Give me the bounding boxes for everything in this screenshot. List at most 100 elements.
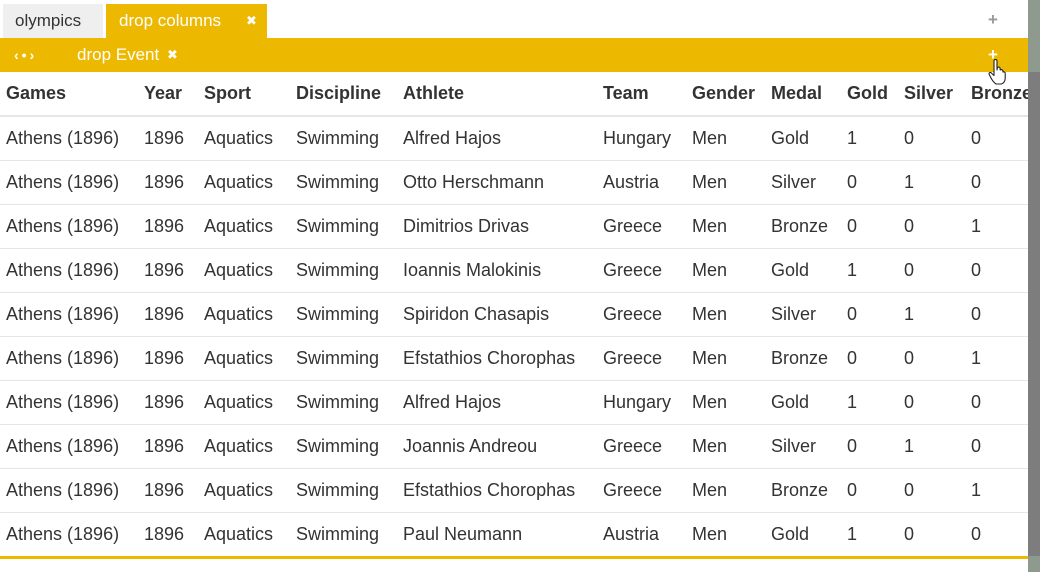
cell-athlete[interactable]: Otto Herschmann: [397, 160, 597, 205]
step-label[interactable]: drop Event: [77, 38, 159, 72]
cell-gold[interactable]: 1: [841, 116, 898, 161]
cell-games[interactable]: Athens (1896): [0, 468, 138, 513]
cell-silver[interactable]: 0: [898, 204, 965, 249]
cell-sport[interactable]: Aquatics: [198, 248, 290, 293]
cell-silver[interactable]: 1: [898, 424, 965, 469]
cell-gender[interactable]: Men: [686, 160, 765, 205]
column-header-discipline[interactable]: Discipline: [290, 72, 397, 117]
cell-team[interactable]: Greece: [597, 248, 686, 293]
step-navigation-icon[interactable]: ‹•›: [14, 38, 37, 72]
cell-athlete[interactable]: Efstathios Chorophas: [397, 468, 597, 513]
cell-athlete[interactable]: Spiridon Chasapis: [397, 292, 597, 337]
cell-bronze[interactable]: 0: [965, 160, 1028, 205]
cell-discipline[interactable]: Swimming: [290, 468, 397, 513]
table-row[interactable]: Athens (1896) 1896 Aquatics Swimming Paul Ne…: [0, 512, 1028, 556]
cell-year[interactable]: 1896: [138, 468, 198, 513]
cell-bronze[interactable]: 0: [965, 424, 1028, 469]
cell-year[interactable]: 1896: [138, 512, 198, 556]
cell-games[interactable]: Athens (1896): [0, 248, 138, 293]
cell-athlete[interactable]: Paul Neumann: [397, 512, 597, 556]
cell-gender[interactable]: Men: [686, 380, 765, 425]
cell-gender[interactable]: Men: [686, 424, 765, 469]
cell-sport[interactable]: Aquatics: [198, 160, 290, 205]
cell-year[interactable]: 1896: [138, 160, 198, 205]
cell-team[interactable]: Greece: [597, 292, 686, 337]
column-header-year[interactable]: Year: [138, 72, 198, 117]
cell-games[interactable]: Athens (1896): [0, 336, 138, 381]
table-row[interactable]: Athens (1896) 1896 Aquatics Swimming Dimitri…: [0, 204, 1028, 249]
table-row[interactable]: Athens (1896) 1896 Aquatics Swimming Spirido…: [0, 292, 1028, 337]
tab-drop-columns[interactable]: drop columns ✖: [106, 4, 267, 38]
cell-team[interactable]: Austria: [597, 160, 686, 205]
table-row[interactable]: Athens (1896) 1896 Aquatics Swimming Joannis…: [0, 424, 1028, 469]
step-close-icon[interactable]: ✖: [167, 38, 178, 72]
cell-games[interactable]: Athens (1896): [0, 424, 138, 469]
cell-athlete[interactable]: Alfred Hajos: [397, 380, 597, 425]
cell-medal[interactable]: Silver: [765, 160, 841, 205]
tab-olympics[interactable]: olympics: [3, 4, 103, 38]
cell-athlete[interactable]: Dimitrios Drivas: [397, 204, 597, 249]
cell-year[interactable]: 1896: [138, 292, 198, 337]
cell-medal[interactable]: Gold: [765, 512, 841, 556]
cell-bronze[interactable]: 1: [965, 204, 1028, 249]
cell-medal[interactable]: Bronze: [765, 204, 841, 249]
table-row[interactable]: Athens (1896) 1896 Aquatics Swimming Efstath…: [0, 336, 1028, 381]
cell-bronze[interactable]: 0: [965, 116, 1028, 161]
cell-gold[interactable]: 1: [841, 248, 898, 293]
column-header-bronze[interactable]: Bronze: [965, 72, 1028, 117]
cell-year[interactable]: 1896: [138, 204, 198, 249]
cell-bronze[interactable]: 1: [965, 468, 1028, 513]
column-header-medal[interactable]: Medal: [765, 72, 841, 117]
cell-sport[interactable]: Aquatics: [198, 116, 290, 161]
cell-medal[interactable]: Bronze: [765, 468, 841, 513]
cell-gold[interactable]: 0: [841, 160, 898, 205]
cell-medal[interactable]: Gold: [765, 380, 841, 425]
cell-gender[interactable]: Men: [686, 248, 765, 293]
cell-athlete[interactable]: Joannis Andreou: [397, 424, 597, 469]
column-header-silver[interactable]: Silver: [898, 72, 965, 117]
column-header-sport[interactable]: Sport: [198, 72, 290, 117]
cell-bronze[interactable]: 0: [965, 292, 1028, 337]
cell-bronze[interactable]: 0: [965, 380, 1028, 425]
cell-gender[interactable]: Men: [686, 116, 765, 161]
cell-sport[interactable]: Aquatics: [198, 468, 290, 513]
cell-discipline[interactable]: Swimming: [290, 292, 397, 337]
column-header-team[interactable]: Team: [597, 72, 686, 117]
table-row[interactable]: Athens (1896) 1896 Aquatics Swimming Alfred …: [0, 116, 1028, 161]
cell-silver[interactable]: 1: [898, 292, 965, 337]
cell-games[interactable]: Athens (1896): [0, 204, 138, 249]
cell-games[interactable]: Athens (1896): [0, 160, 138, 205]
cell-games[interactable]: Athens (1896): [0, 512, 138, 556]
column-header-gold[interactable]: Gold: [841, 72, 898, 117]
cell-games[interactable]: Athens (1896): [0, 292, 138, 337]
cell-games[interactable]: Athens (1896): [0, 380, 138, 425]
cell-bronze[interactable]: 0: [965, 512, 1028, 556]
column-header-athlete[interactable]: Athlete: [397, 72, 597, 117]
cell-team[interactable]: Greece: [597, 424, 686, 469]
cell-year[interactable]: 1896: [138, 248, 198, 293]
scrollbar-thumb[interactable]: [1028, 72, 1040, 556]
cell-medal[interactable]: Silver: [765, 292, 841, 337]
cell-silver[interactable]: 0: [898, 248, 965, 293]
cell-discipline[interactable]: Swimming: [290, 336, 397, 381]
column-header-games[interactable]: Games: [0, 72, 138, 117]
table-row[interactable]: Athens (1896) 1896 Aquatics Swimming Alfred …: [0, 380, 1028, 425]
cell-sport[interactable]: Aquatics: [198, 336, 290, 381]
table-row[interactable]: Athens (1896) 1896 Aquatics Swimming Ioannis…: [0, 248, 1028, 293]
cell-team[interactable]: Greece: [597, 336, 686, 381]
cell-team[interactable]: Hungary: [597, 380, 686, 425]
cell-gender[interactable]: Men: [686, 204, 765, 249]
cell-medal[interactable]: Gold: [765, 116, 841, 161]
cell-silver[interactable]: 0: [898, 380, 965, 425]
cell-bronze[interactable]: 0: [965, 248, 1028, 293]
cell-medal[interactable]: Silver: [765, 424, 841, 469]
cell-sport[interactable]: Aquatics: [198, 292, 290, 337]
cell-year[interactable]: 1896: [138, 424, 198, 469]
cell-discipline[interactable]: Swimming: [290, 380, 397, 425]
cell-gender[interactable]: Men: [686, 292, 765, 337]
cell-medal[interactable]: Bronze: [765, 336, 841, 381]
cell-bronze[interactable]: 1: [965, 336, 1028, 381]
cell-year[interactable]: 1896: [138, 336, 198, 381]
cell-gold[interactable]: 1: [841, 512, 898, 556]
cell-silver[interactable]: 0: [898, 468, 965, 513]
